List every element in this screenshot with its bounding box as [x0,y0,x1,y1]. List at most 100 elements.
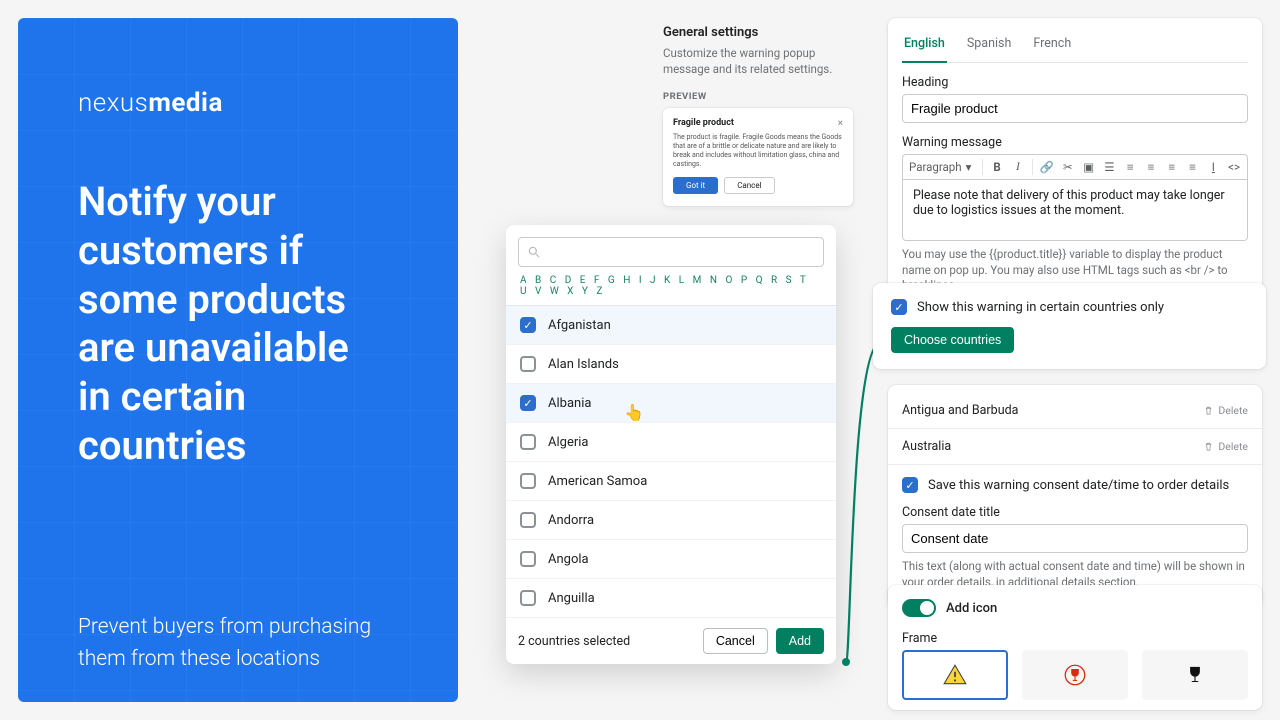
preview-title: Fragile product [673,118,734,129]
italic-icon[interactable]: I [1011,161,1025,173]
image-icon[interactable]: ▣ [1082,160,1096,174]
number-list-icon[interactable]: ≡ [1123,160,1137,174]
align-center-icon[interactable]: ≡ [1165,160,1179,174]
heading-input[interactable] [902,94,1248,123]
link-icon[interactable]: 🔗 [1040,160,1054,174]
general-title: General settings [663,25,853,40]
show-in-countries-checkbox[interactable] [891,299,907,315]
tab-french[interactable]: French [1031,28,1073,62]
country-search-input[interactable] [518,237,824,267]
country-list: Afganistan Alan Islands Albania Algeria Amer… [506,305,836,618]
language-tabs: English Spanish French [902,28,1248,63]
add-button[interactable]: Add [776,628,824,654]
search-icon [527,245,541,259]
align-left-icon[interactable]: ≡ [1144,160,1158,174]
country-checkbox[interactable] [520,551,536,567]
selected-country-name: Antigua and Barbuda [902,403,1018,418]
country-label: Algeria [548,435,588,450]
preview-body: The product is fragile. Fragile Goods me… [673,133,843,169]
warning-editor: English Spanish French Heading Warning m… [888,18,1262,302]
preview-label: PREVIEW [663,91,853,102]
preview-primary-button[interactable]: Got it [673,177,718,194]
warning-triangle-icon [942,662,968,688]
unlink-icon[interactable]: ✂ [1061,160,1075,174]
country-label: Albania [548,396,591,411]
country-option[interactable]: American Samoa [506,462,836,501]
trash-icon [1203,405,1214,416]
frame-label: Frame [902,631,1248,646]
consent-title-label: Consent date title [902,505,1248,520]
choose-countries-button[interactable]: Choose countries [891,327,1014,353]
country-option[interactable]: Algeria [506,423,836,462]
country-checkbox[interactable] [520,590,536,606]
country-label: Andorra [548,513,594,528]
country-checkbox[interactable] [520,512,536,528]
brand-light: nexus [78,88,148,118]
country-label: Anguilla [548,591,595,606]
connector-line [836,320,886,666]
country-label: Angola [548,552,589,567]
country-option[interactable]: Anguilla [506,579,836,618]
show-in-countries-label: Show this warning in certain countries o… [917,300,1164,315]
fragile-glass-icon [1182,662,1208,688]
country-option[interactable]: Albania [506,384,836,423]
paragraph-dropdown[interactable]: Paragraph▾ [909,160,975,174]
save-consent-checkbox[interactable] [902,477,918,493]
general-desc: Customize the warning popup message and … [663,46,853,77]
preview-secondary-button[interactable]: Cancel [724,177,774,194]
consent-title-input[interactable] [902,524,1248,553]
chevron-down-icon: ▾ [966,160,972,174]
align-right-icon[interactable]: ≡ [1186,160,1200,174]
alphabet-index[interactable]: A B C D E F G H I J K L M N O P Q R S T … [506,273,836,305]
country-checkbox[interactable] [520,395,536,411]
rte-toolbar: Paragraph▾ B I 🔗 ✂ ▣ ☰ ≡ ≡ ≡ ≡ I <> [902,154,1248,179]
delete-country-button[interactable]: Delete [1203,404,1248,417]
promo-headline: Notify your customers if some products a… [78,178,398,471]
country-picker-modal: A B C D E F G H I J K L M N O P Q R S T … [506,225,836,664]
country-checkbox[interactable] [520,317,536,333]
country-option[interactable]: Alan Islands [506,345,836,384]
frame-option-warning[interactable] [902,650,1008,700]
brand-bold: media [148,88,223,118]
selection-count: 2 countries selected [518,634,630,649]
country-label: Afganistan [548,318,611,333]
brand-logo: nexusmedia [78,88,398,118]
frame-option-fragile-black[interactable] [1142,650,1248,700]
promo-subtext: Prevent buyers from purchasing them from… [78,611,378,676]
general-settings: General settings Customize the warning p… [663,25,853,206]
selected-countries-card: Antigua and Barbuda Delete Australia Delete… [888,385,1262,606]
tab-spanish[interactable]: Spanish [965,28,1014,62]
tab-english[interactable]: English [902,28,947,63]
bold-icon[interactable]: B [990,160,1004,174]
country-option[interactable]: Afganistan [506,306,836,345]
trash-icon [1203,441,1214,452]
selected-country-name: Australia [902,439,951,454]
choose-countries-card: Show this warning in certain countries o… [873,283,1266,369]
country-label: Alan Islands [548,357,619,372]
country-checkbox[interactable] [520,356,536,372]
add-icon-label: Add icon [946,601,997,616]
delete-country-button[interactable]: Delete [1203,440,1248,453]
country-option[interactable]: Angola [506,540,836,579]
country-label: American Samoa [548,474,647,489]
preview-box: Fragile product × The product is fragile… [663,108,853,206]
save-consent-label: Save this warning consent date/time to o… [928,478,1229,493]
selected-country-row: Antigua and Barbuda Delete [888,385,1262,429]
promo-card: nexusmedia Notify your customers if some… [18,18,458,702]
add-icon-toggle[interactable] [902,599,936,617]
clear-format-icon[interactable]: I [1206,160,1220,174]
message-label: Warning message [902,135,1248,150]
country-checkbox[interactable] [520,434,536,450]
heading-label: Heading [902,75,1248,90]
code-icon[interactable]: <> [1227,160,1241,174]
country-option[interactable]: Andorra [506,501,836,540]
add-icon-card: Add icon Frame [888,585,1262,710]
fragile-circle-icon [1062,662,1088,688]
selected-country-row: Australia Delete [888,429,1262,465]
cancel-button[interactable]: Cancel [703,628,768,654]
close-icon[interactable]: × [838,118,843,129]
country-checkbox[interactable] [520,473,536,489]
frame-option-fragile-red[interactable] [1022,650,1128,700]
message-input[interactable]: Please note that delivery of this produc… [902,179,1248,241]
bullet-list-icon[interactable]: ☰ [1103,160,1117,174]
